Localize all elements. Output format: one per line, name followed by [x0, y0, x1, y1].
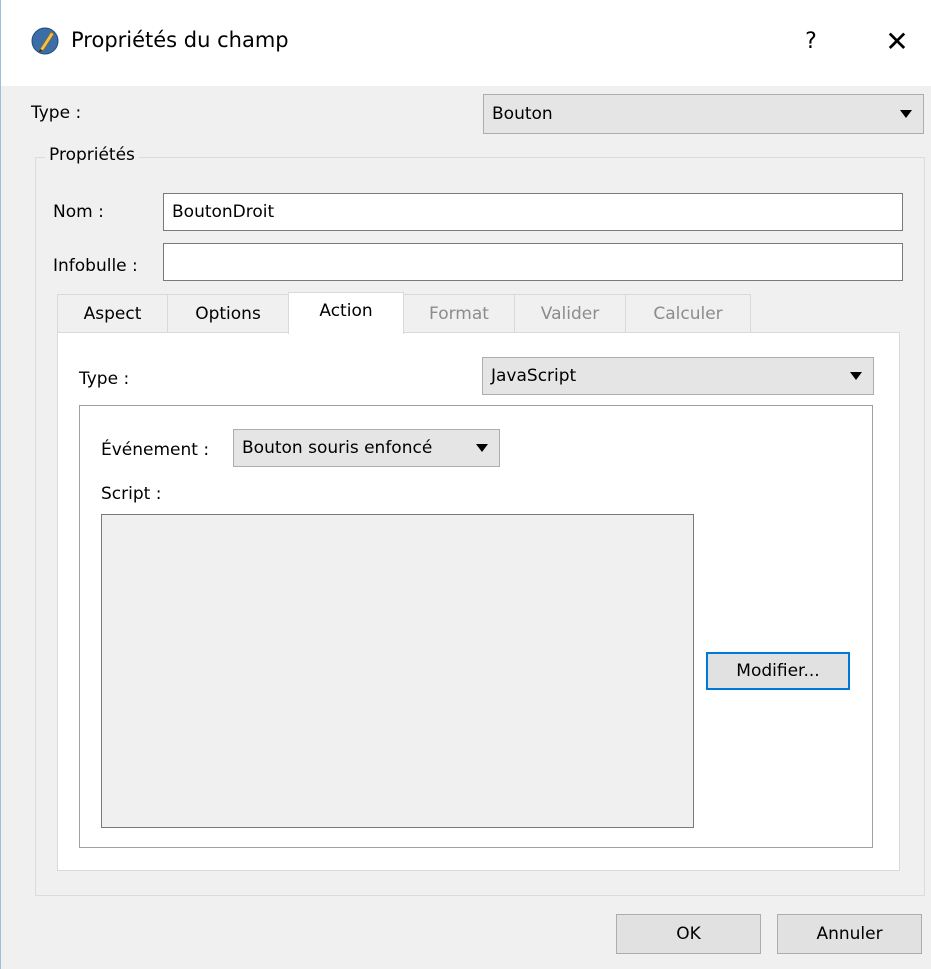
tab-label: Valider: [540, 304, 600, 324]
script-label: Script :: [101, 484, 162, 504]
action-type-label: Type :: [79, 369, 130, 389]
tab-aspect[interactable]: Aspect: [57, 294, 168, 332]
tab-options[interactable]: Options: [167, 294, 289, 332]
tab-label: Calculer: [653, 304, 723, 324]
tooltip-label: Infobulle :: [53, 256, 138, 276]
action-type-select[interactable]: JavaScript: [482, 357, 874, 395]
tab-valider[interactable]: Valider: [514, 294, 626, 332]
field-type-value: Bouton: [492, 104, 553, 124]
help-button[interactable]: ?: [791, 24, 831, 60]
app-icon: [31, 27, 59, 55]
cancel-button-label: Annuler: [816, 924, 883, 944]
name-field[interactable]: BoutonDroit: [163, 193, 903, 231]
chevron-down-icon: [900, 110, 912, 118]
window-title: Propriétés du champ: [71, 28, 289, 52]
tooltip-field[interactable]: [163, 243, 903, 281]
name-value: BoutonDroit: [172, 202, 275, 222]
tab-label: Action: [319, 301, 373, 321]
properties-group-title: Propriétés: [45, 145, 139, 165]
event-select[interactable]: Bouton souris enfoncé: [233, 429, 500, 467]
name-label: Nom :: [53, 202, 104, 222]
event-value: Bouton souris enfoncé: [242, 438, 433, 458]
close-button[interactable]: ✕: [871, 20, 923, 64]
field-type-select[interactable]: Bouton: [483, 94, 924, 134]
script-textarea[interactable]: [101, 514, 694, 828]
tab-format[interactable]: Format: [403, 294, 515, 332]
ok-button-label: OK: [676, 924, 701, 944]
modify-button-label: Modifier...: [736, 661, 820, 681]
chevron-down-icon: [476, 444, 488, 452]
ok-button[interactable]: OK: [616, 914, 761, 954]
chevron-down-icon: [850, 372, 862, 380]
title-bar: Propriétés du champ ? ✕: [1, 0, 931, 86]
tab-label: Format: [429, 304, 489, 324]
tab-label: Aspect: [83, 304, 142, 324]
field-type-label: Type :: [31, 103, 82, 123]
cancel-button[interactable]: Annuler: [777, 914, 922, 954]
tab-action[interactable]: Action: [288, 292, 404, 334]
tab-label: Options: [195, 304, 261, 324]
field-properties-dialog: Propriétés du champ ? ✕ Type : Bouton Pr…: [0, 0, 931, 969]
modify-button[interactable]: Modifier...: [706, 652, 850, 690]
tab-calculer[interactable]: Calculer: [625, 294, 751, 332]
event-label: Événement :: [101, 440, 210, 460]
action-type-value: JavaScript: [491, 366, 577, 386]
